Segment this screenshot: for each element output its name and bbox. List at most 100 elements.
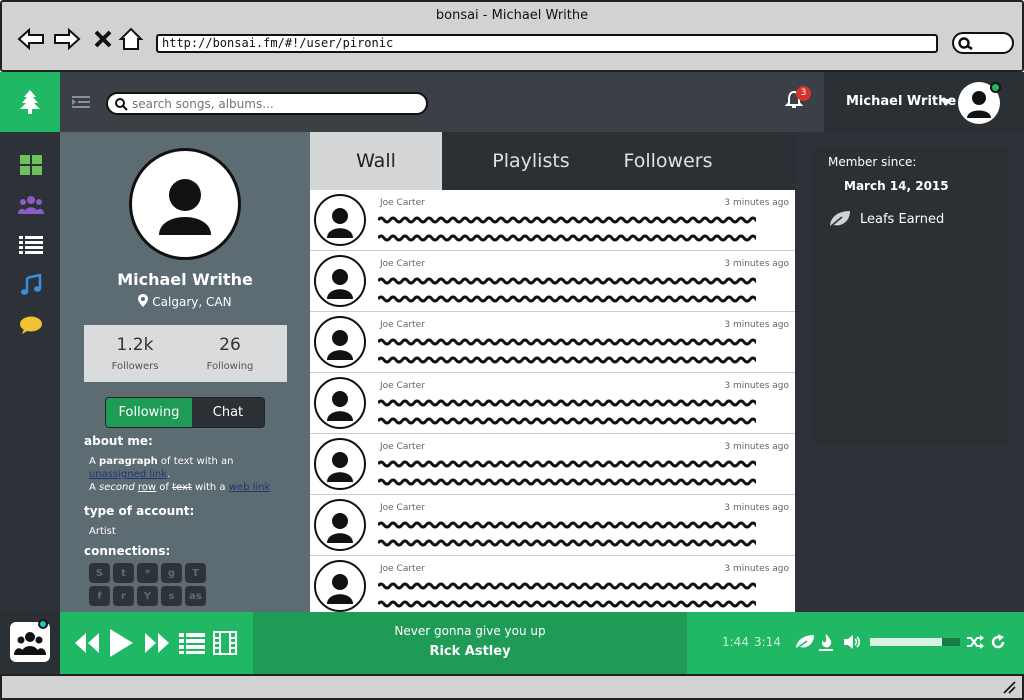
member-panel: Member since: March 14, 2015 Leafs Earne… (812, 147, 1008, 443)
close-icon[interactable] (88, 24, 118, 54)
followers-stat[interactable]: 1.2k Followers (90, 335, 180, 372)
notification-bell[interactable]: 3 (784, 86, 811, 114)
post-text-line (378, 277, 756, 285)
post-avatar[interactable] (314, 560, 366, 612)
user-silhouette-icon (327, 269, 353, 299)
sidebar-item-music[interactable] (18, 272, 44, 298)
post-text-line (378, 338, 756, 346)
post-avatar[interactable] (314, 438, 366, 490)
sidebar-item-users[interactable] (18, 192, 44, 218)
user-menu[interactable]: Michael Writhe (824, 72, 1024, 132)
forward-icon[interactable] (52, 24, 82, 54)
user-silhouette-icon (327, 513, 353, 543)
rewind-icon[interactable] (74, 632, 100, 654)
unassigned-link[interactable]: unassigned link (89, 469, 167, 480)
following-stat[interactable]: 26 Following (185, 335, 275, 372)
post-time: 3 minutes ago (724, 503, 789, 513)
about-text: A (89, 482, 100, 493)
profile-location: Calgary, CAN (60, 294, 310, 309)
resize-grip-icon[interactable] (1002, 680, 1016, 694)
post-author[interactable]: Joe Carter (380, 442, 425, 452)
wall-post[interactable]: Joe Carter 3 minutes ago (310, 312, 795, 373)
post-avatar[interactable] (314, 377, 366, 429)
sidebar-item-chat[interactable] (18, 312, 44, 338)
back-icon[interactable] (16, 24, 46, 54)
repeat-icon[interactable] (990, 634, 1006, 650)
url-bar[interactable]: http://bonsai.fm/#!/user/pironic (156, 34, 938, 53)
player-bar: Never gonna give you up Rick Astley 1:44… (60, 612, 1024, 674)
about-bold: paragraph (99, 456, 158, 467)
about-line-1: A paragraph of text with an (89, 456, 234, 467)
post-author[interactable]: Joe Carter (380, 259, 425, 269)
twitter-icon[interactable]: t (113, 563, 134, 583)
logo[interactable] (0, 72, 60, 132)
menu-toggle-icon[interactable] (72, 94, 90, 113)
youtube-icon[interactable]: Y (137, 586, 158, 606)
playlist-icon[interactable] (179, 632, 205, 654)
skype-icon[interactable]: s (161, 586, 182, 606)
twitch-icon[interactable]: T (185, 563, 206, 583)
web-link[interactable]: web link (229, 482, 271, 493)
chat-button[interactable]: Chat (191, 398, 264, 427)
about-line-2: unassigned link. (89, 469, 170, 480)
sidebar (0, 132, 60, 612)
following-button[interactable]: Following (106, 398, 192, 427)
fast-forward-icon[interactable] (144, 632, 170, 654)
post-author[interactable]: Joe Carter (380, 503, 425, 513)
post-author[interactable]: Joe Carter (380, 320, 425, 330)
reddit-icon[interactable]: r (113, 586, 134, 606)
flame-icon[interactable] (818, 633, 834, 651)
music-icon (21, 274, 42, 295)
post-author[interactable]: Joe Carter (380, 381, 425, 391)
player-logo[interactable] (0, 612, 60, 674)
map-pin-icon (138, 294, 149, 307)
connections-list: St * g Tf r Ys as (89, 563, 214, 606)
leafs-earned-label: Leafs Earned (860, 211, 945, 227)
tab-followers[interactable]: Followers (610, 132, 726, 190)
wall-post[interactable]: Joe Carter 3 minutes ago (310, 190, 795, 251)
post-avatar[interactable] (314, 255, 366, 307)
post-avatar[interactable] (314, 316, 366, 368)
shuffle-icon[interactable] (966, 634, 984, 650)
account-type-value: Artist (89, 526, 116, 537)
post-author[interactable]: Joe Carter (380, 198, 425, 208)
notification-dot (38, 619, 48, 629)
volume-icon[interactable] (843, 634, 861, 650)
film-icon[interactable] (213, 631, 237, 655)
wall-post[interactable]: Joe Carter 3 minutes ago (310, 434, 795, 495)
wall-post[interactable]: Joe Carter 3 minutes ago (310, 251, 795, 312)
about-text: . (167, 469, 171, 480)
browser-search[interactable] (952, 32, 1014, 54)
facebook-icon[interactable]: f (89, 586, 110, 606)
post-avatar[interactable] (314, 499, 366, 551)
sidebar-item-dashboard[interactable] (18, 152, 44, 178)
search-input[interactable] (132, 96, 412, 111)
github-icon[interactable]: g (161, 563, 182, 583)
search-box[interactable] (106, 92, 428, 115)
tab-wall[interactable]: Wall (310, 132, 442, 190)
post-author[interactable]: Joe Carter (380, 564, 425, 574)
volume-slider[interactable] (870, 638, 960, 646)
lastfm-icon[interactable]: as (185, 586, 206, 606)
steam-icon[interactable]: S (89, 563, 110, 583)
profile-panel: Michael Writhe Calgary, CAN 1.2k Followe… (60, 132, 310, 612)
post-text-line (378, 356, 756, 364)
leaf-icon[interactable] (795, 634, 815, 650)
wall-post[interactable]: Joe Carter 3 minutes ago (310, 556, 795, 612)
post-avatar[interactable] (314, 194, 366, 246)
member-since-label: Member since: (828, 155, 917, 169)
tab-playlists[interactable]: Playlists (470, 132, 592, 190)
post-text-line (378, 460, 756, 468)
grid-icon (20, 155, 42, 175)
snowflake-icon[interactable]: * (137, 563, 158, 583)
browser-chrome: bonsai - Michael Writhe http://bonsai.fm… (0, 0, 1024, 72)
about-strike: text (172, 482, 192, 493)
wall-post[interactable]: Joe Carter 3 minutes ago (310, 495, 795, 556)
sidebar-item-list[interactable] (18, 232, 44, 258)
user-silhouette-icon (159, 179, 211, 235)
stats-box: 1.2k Followers 26 Following (84, 325, 287, 382)
home-icon[interactable] (116, 24, 146, 54)
about-title: about me: (84, 434, 153, 448)
wall-post[interactable]: Joe Carter 3 minutes ago (310, 373, 795, 434)
play-icon[interactable] (108, 628, 134, 658)
